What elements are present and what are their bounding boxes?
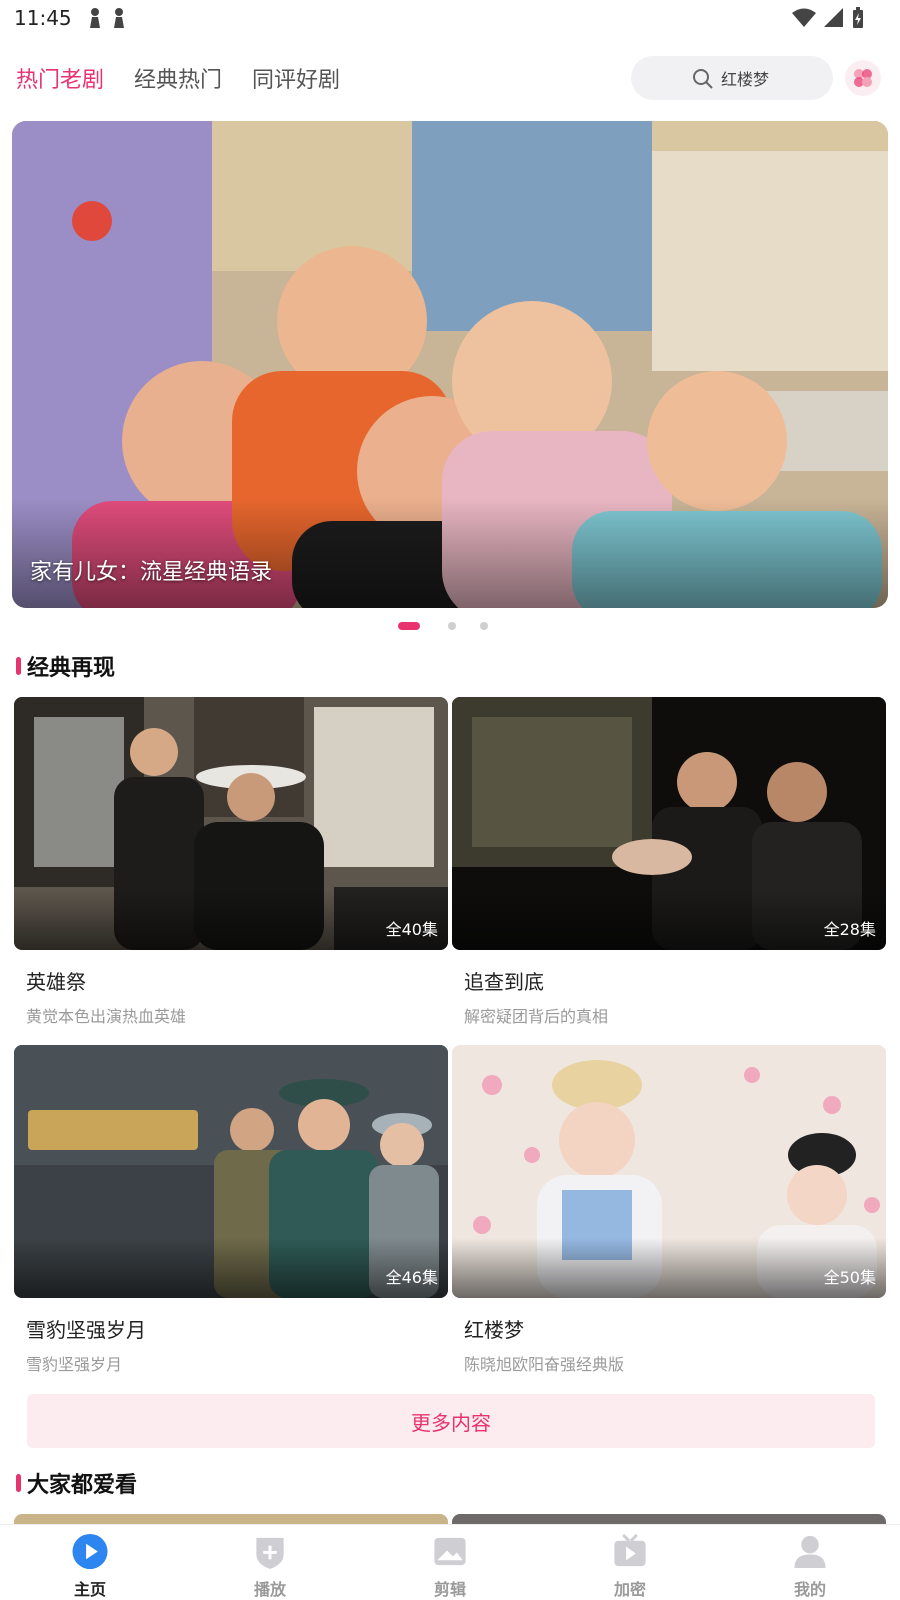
section-accent-bar [16, 657, 21, 675]
banner-caption: 家有儿女：流星经典语录 [30, 560, 273, 585]
image-icon [434, 1537, 466, 1566]
search-icon [693, 69, 713, 89]
search-box[interactable]: 红楼梦 [631, 56, 833, 100]
section-header-classic: 经典再现 [16, 650, 115, 682]
cell-signal-icon [824, 8, 843, 27]
nav-label: 剪辑 [433, 1580, 466, 1599]
pager-dot-3[interactable] [480, 622, 488, 630]
drama-thumbnail: 全46集 [14, 1045, 448, 1298]
section-header-popular: 大家都爱看 [16, 1467, 137, 1499]
nav-label: 我的 [793, 1580, 826, 1599]
thumbnail-gradient [452, 890, 886, 950]
status-time: 11:45 [14, 6, 72, 30]
drama-subtitle: 陈晓旭欧阳奋强经典版 [464, 1355, 625, 1374]
tv-play-icon [614, 1533, 646, 1567]
user-icon [794, 1535, 826, 1569]
drama-title: 英雄祭 [26, 970, 86, 994]
thumbnail-gradient [14, 1238, 448, 1298]
drama-card[interactable]: 全46集 雪豹坚强岁月 雪豹坚强岁月 [14, 1045, 448, 1375]
nav-profile[interactable]: 我的 [720, 1525, 900, 1600]
nav-encrypt[interactable]: 加密 [540, 1525, 720, 1600]
episode-count-badge: 全46集 [385, 1268, 438, 1287]
wifi-icon [792, 8, 816, 27]
hero-banner[interactable]: 家有儿女：流星经典语录 [12, 121, 888, 608]
tab-well-rated[interactable]: 同评好剧 [252, 62, 340, 94]
drama-thumbnail: 全28集 [452, 697, 886, 950]
battery-icon [853, 7, 863, 28]
banner-pager [0, 622, 900, 632]
notification-icon [89, 8, 100, 28]
flower-icon [854, 69, 872, 87]
drama-subtitle: 雪豹坚强岁月 [26, 1355, 123, 1374]
status-notification-icons [88, 7, 126, 29]
drama-subtitle: 解密疑团背后的真相 [464, 1007, 609, 1026]
section-accent-bar [16, 1474, 21, 1492]
tab-hot-old-dramas[interactable]: 热门老剧 [16, 62, 104, 94]
drama-title: 红楼梦 [464, 1318, 524, 1342]
drama-card[interactable]: 全50集 红楼梦 陈晓旭欧阳奋强经典版 [452, 1045, 886, 1375]
status-bar: 11:45 [0, 0, 900, 36]
nav-edit[interactable]: 剪辑 [360, 1525, 540, 1600]
bottom-navigation: 主页 播放 剪辑 加密 我的 [0, 1524, 900, 1600]
nav-play[interactable]: 播放 [180, 1525, 360, 1600]
category-tabs: 热门老剧 经典热门 同评好剧 红楼梦 [0, 54, 900, 102]
pager-dot-1[interactable] [398, 622, 420, 630]
episode-count-badge: 全40集 [385, 920, 438, 939]
section-title: 大家都爱看 [27, 1473, 138, 1498]
episode-count-badge: 全28集 [823, 920, 876, 939]
nav-home[interactable]: 主页 [0, 1525, 180, 1600]
more-content-button[interactable]: 更多内容 [27, 1394, 875, 1448]
episode-count-badge: 全50集 [823, 1268, 876, 1287]
banner-gradient [12, 498, 888, 608]
section-title: 经典再现 [27, 656, 116, 681]
notification-icon [113, 8, 124, 28]
drama-subtitle: 黄觉本色出演热血英雄 [26, 1007, 187, 1026]
search-query: 红楼梦 [721, 70, 770, 89]
thumbnail-gradient [14, 890, 448, 950]
drama-title: 雪豹坚强岁月 [26, 1318, 146, 1342]
tab-classic-hot[interactable]: 经典热门 [134, 62, 222, 94]
shield-plus-icon [256, 1537, 284, 1570]
pager-dot-2[interactable] [448, 622, 456, 630]
nav-label: 加密 [613, 1580, 646, 1599]
nav-label: 播放 [253, 1580, 286, 1599]
drama-card[interactable]: 全28集 追查到底 解密疑团背后的真相 [452, 697, 886, 1027]
drama-card[interactable]: 全40集 英雄祭 黄觉本色出演热血英雄 [14, 697, 448, 1027]
thumbnail-gradient [452, 1238, 886, 1298]
drama-title: 追查到底 [464, 970, 544, 994]
nav-label: 主页 [73, 1580, 106, 1599]
play-circle-icon [72, 1533, 108, 1570]
drama-thumbnail: 全50集 [452, 1045, 886, 1298]
drama-thumbnail: 全40集 [14, 697, 448, 950]
flower-menu-button[interactable] [845, 60, 881, 96]
